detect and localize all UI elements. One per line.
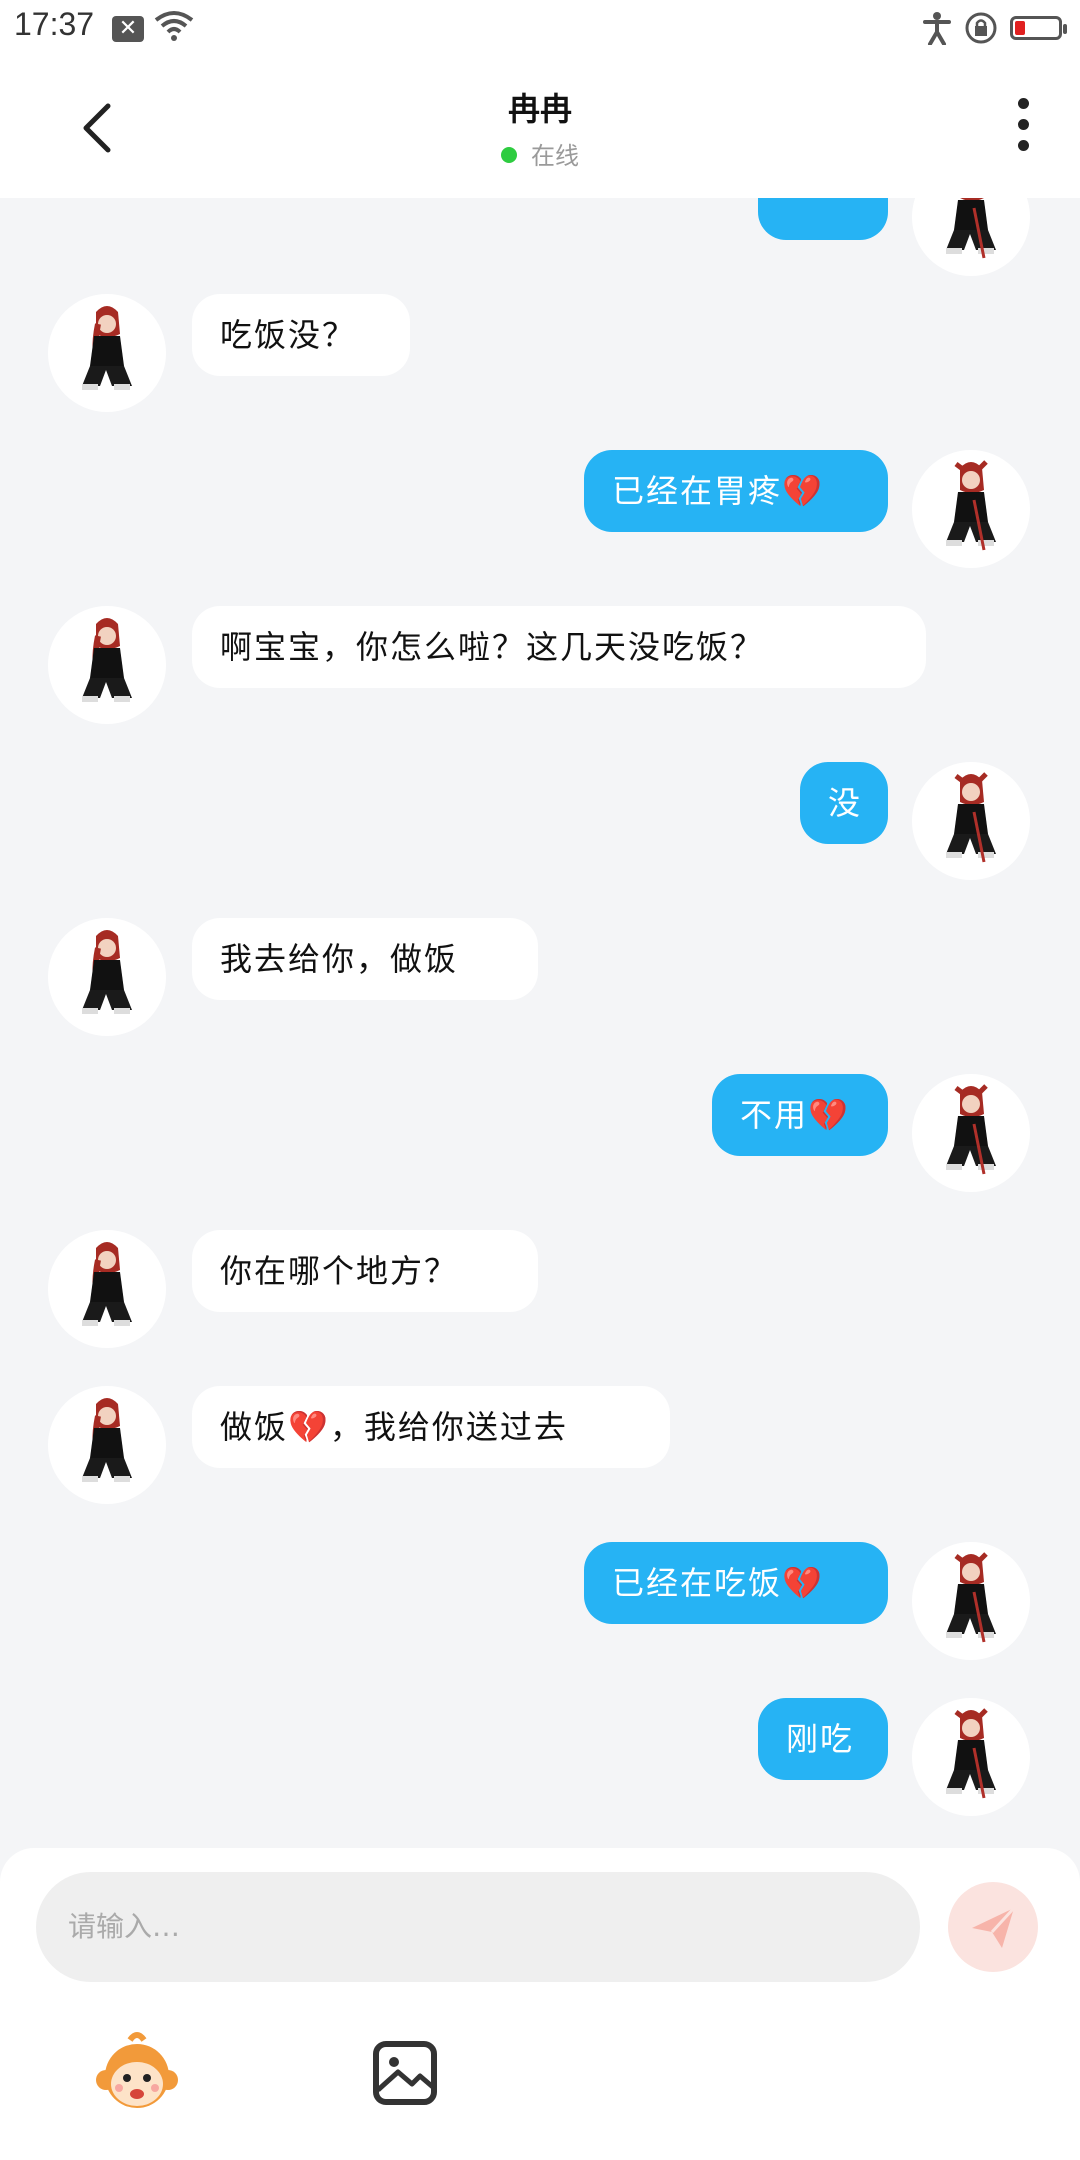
contact-avatar[interactable] (48, 1230, 166, 1348)
message-row: 已经在吃饭💔 (0, 1542, 1080, 1662)
contact-avatar[interactable] (48, 606, 166, 724)
received-message-bubble[interactable]: 啊宝宝，你怎么啦？这几天没吃饭？ (192, 606, 926, 688)
avatar-image (48, 918, 166, 1036)
avatar-image (912, 1074, 1030, 1192)
message-row: 没 (0, 762, 1080, 882)
message-row: 不用💔 (0, 1074, 1080, 1194)
avatar-image (912, 1542, 1030, 1660)
message-input[interactable]: 请输入… (36, 1872, 920, 1982)
accessibility-icon (923, 12, 951, 45)
my-avatar[interactable] (912, 198, 1030, 276)
online-status-label: 在线 (531, 142, 579, 170)
received-message-bubble[interactable]: 我去给你，做饭 (192, 918, 538, 1000)
sent-message-bubble[interactable]: 刚吃 (758, 1698, 888, 1780)
avatar-image (912, 762, 1030, 880)
notification-icon: ✕ (112, 16, 144, 42)
my-avatar[interactable] (912, 762, 1030, 880)
message-row: 我去给你，做饭 (0, 918, 1080, 1038)
avatar-image (48, 294, 166, 412)
avatar-image (912, 450, 1030, 568)
monkey-emoji-icon (96, 2032, 178, 2108)
send-button[interactable] (948, 1882, 1038, 1972)
my-avatar[interactable] (912, 1698, 1030, 1816)
avatar-image (912, 1698, 1030, 1816)
message-row: 你在哪个地方？ (0, 1230, 1080, 1350)
contact-avatar[interactable] (48, 294, 166, 412)
send-icon (972, 1906, 1016, 1948)
sent-message-bubble[interactable]: 没 (800, 762, 888, 844)
contact-avatar[interactable] (48, 918, 166, 1036)
wifi-icon (154, 11, 194, 41)
status-time: 17:37 (14, 6, 95, 42)
avatar-image (48, 1386, 166, 1504)
emoji-button[interactable] (92, 2028, 182, 2118)
more-options-icon[interactable] (1018, 98, 1030, 154)
battery-icon (1010, 16, 1067, 40)
received-message-bubble[interactable]: 做饭💔，我给你送过去 (192, 1386, 670, 1468)
sent-message-bubble[interactable]: 不用💔 (712, 1074, 888, 1156)
avatar-image (48, 606, 166, 724)
status-bar: 17:37 ✕ (0, 0, 1080, 56)
composer: 请输入… (0, 1848, 1080, 2160)
message-row: 做饭💔，我给你送过去 (0, 1386, 1080, 1506)
online-dot-icon (501, 147, 517, 163)
chat-header: 冉冉 在线 (0, 56, 1080, 198)
avatar-image (48, 1230, 166, 1348)
my-avatar[interactable] (912, 1074, 1030, 1192)
my-avatar[interactable] (912, 1542, 1030, 1660)
online-status: 在线 (0, 136, 1080, 171)
image-button[interactable] (360, 2028, 450, 2118)
received-message-bubble[interactable]: 你在哪个地方？ (192, 1230, 538, 1312)
message-row (0, 198, 1080, 278)
image-icon (373, 2041, 437, 2105)
message-list[interactable]: 吃饭没？ 已经在胃疼💔 啊宝宝，你怎么啦？这几天没吃饭？ 没 我去给你，做饭 不… (0, 198, 1080, 1848)
message-row: 吃饭没？ (0, 294, 1080, 414)
message-row: 啊宝宝，你怎么啦？这几天没吃饭？ (0, 606, 1080, 726)
received-message-bubble[interactable]: 吃饭没？ (192, 294, 410, 376)
message-row: 刚吃 (0, 1698, 1080, 1818)
contact-avatar[interactable] (48, 1386, 166, 1504)
avatar-image (912, 198, 1030, 276)
contact-name: 冉冉 (507, 90, 572, 128)
sent-message-bubble[interactable]: 已经在吃饭💔 (584, 1542, 888, 1624)
sent-message-bubble[interactable]: 已经在胃疼💔 (584, 450, 888, 532)
message-row: 已经在胃疼💔 (0, 450, 1080, 570)
lock-rotation-icon (965, 12, 997, 44)
sent-message-bubble[interactable] (758, 198, 888, 240)
my-avatar[interactable] (912, 450, 1030, 568)
